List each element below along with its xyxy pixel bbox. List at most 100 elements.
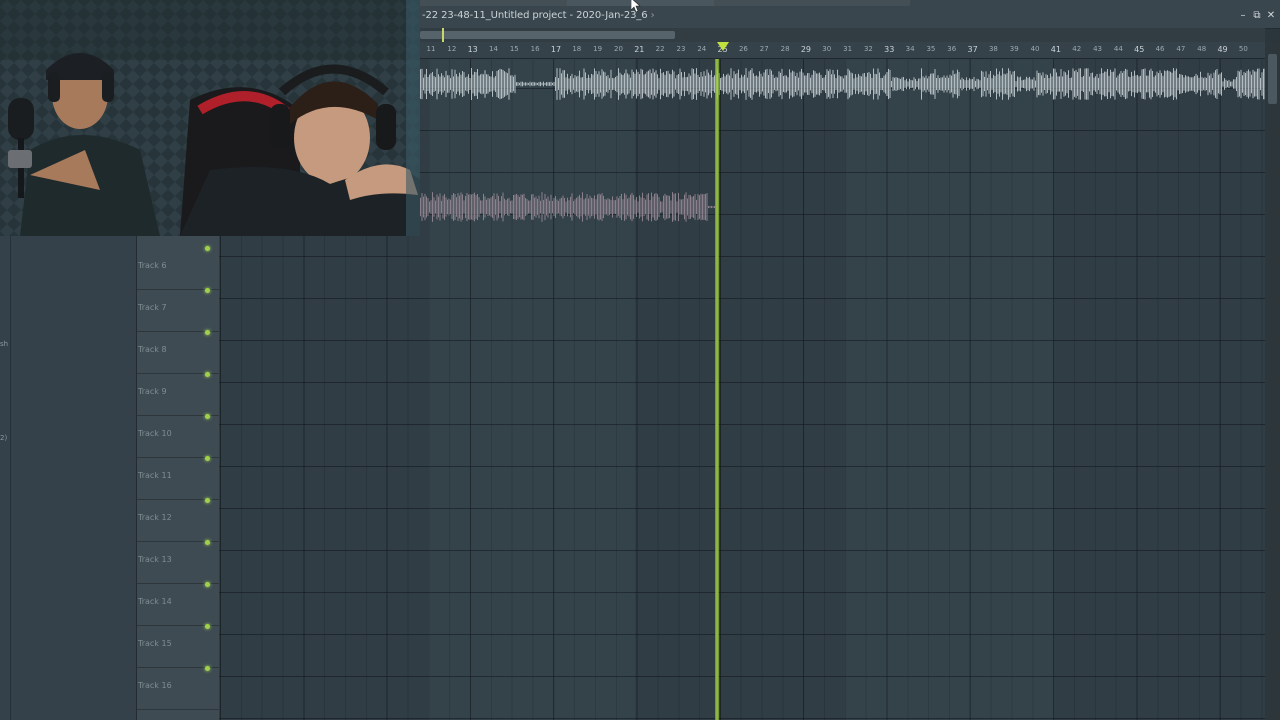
ruler-tick-label: 33 [884, 45, 895, 54]
track-mute-led-icon[interactable] [205, 414, 210, 419]
ruler-tick-label: 28 [780, 45, 790, 53]
track-label: Track 12 [138, 513, 172, 522]
track-mute-led-icon[interactable] [205, 330, 210, 335]
ruler-tick-label: 47 [1176, 45, 1186, 53]
track-mute-led-icon[interactable] [205, 540, 210, 545]
track-header[interactable]: Track 11 [137, 456, 219, 500]
timeline-ruler[interactable]: 11 12 13 14 15 16 17 18 19 20 21 22 23 24 25 26 27 28 29 30… [420, 42, 1265, 59]
ruler-tick-label: 35 [926, 45, 936, 53]
track-header[interactable]: Track 14 [137, 582, 219, 626]
ruler-tick-label: 44 [1113, 45, 1123, 53]
ruler-tick-label: 42 [1072, 45, 1082, 53]
ruler-tick-label: 45 [1134, 45, 1145, 54]
ruler-tick-label: 48 [1197, 45, 1207, 53]
track-header[interactable]: Track 13 [137, 540, 219, 584]
track-label: Track 8 [138, 345, 167, 354]
browser-item-fragment[interactable]: sh [0, 340, 8, 348]
title-bar: -22 23-48-11_Untitled project - 2020-Jan… [420, 0, 1280, 29]
ruler-tick-label: 40 [1030, 45, 1040, 53]
track-mute-led-icon[interactable] [205, 456, 210, 461]
playhead-line[interactable] [715, 58, 719, 720]
vertical-scrollbar-thumb[interactable] [1268, 54, 1277, 104]
ruler-tick-label: 24 [697, 45, 707, 53]
browser-panel[interactable]: sh 2) [0, 236, 136, 720]
track-header[interactable]: Track 15 [137, 624, 219, 668]
ruler-tick-label: 11 [426, 45, 436, 53]
maximize-button[interactable]: ⧉ [1251, 10, 1263, 22]
ruler-tick-label: 12 [447, 45, 457, 53]
ruler-tick-label: 23 [676, 45, 686, 53]
audio-clip-vocal[interactable] [420, 190, 715, 224]
ruler-tick-label: 37 [967, 45, 978, 54]
ruler-tick-label: 20 [614, 45, 623, 53]
track-label: Track 7 [138, 303, 167, 312]
browser-divider [10, 236, 11, 720]
toolbar-strip [420, 0, 910, 6]
track-label: Track 6 [138, 261, 167, 270]
track-label: Track 15 [138, 639, 172, 648]
track-header[interactable]: Track 7 [137, 288, 219, 332]
ruler-tick-label: 16 [530, 45, 540, 53]
track-label: Track 14 [138, 597, 172, 606]
ruler-tick-label: 32 [863, 45, 873, 53]
track-mute-led-icon[interactable] [205, 246, 210, 251]
ruler-tick-label: 26 [738, 45, 748, 53]
track-header[interactable]: Track 12 [137, 498, 219, 542]
ruler-tick-label: 34 [905, 45, 915, 53]
scrollbar-thumb[interactable] [420, 31, 675, 39]
browser-item-fragment[interactable]: 2) [0, 434, 7, 442]
track-mute-led-icon[interactable] [205, 498, 210, 503]
track-header[interactable]: Track 16 [137, 666, 219, 710]
ruler-tick-label: 21 [634, 45, 645, 54]
ruler-tick-label: 19 [593, 45, 603, 53]
song-position-marker[interactable] [442, 28, 444, 42]
ruler-tick-label: 41 [1050, 45, 1061, 54]
track-header[interactable]: Track 6 [137, 246, 219, 290]
ruler-tick-label: 15 [509, 45, 519, 53]
track-label: Track 11 [138, 471, 172, 480]
track-header[interactable]: Track 9 [137, 372, 219, 416]
ruler-tick-label: 38 [988, 45, 998, 53]
track-mute-led-icon[interactable] [205, 666, 210, 671]
grid-shade [1054, 58, 1265, 720]
title-arrow-icon: › [650, 10, 655, 21]
ruler-tick-label: 43 [1093, 45, 1103, 53]
close-button[interactable]: ✕ [1265, 10, 1277, 22]
playhead-marker-icon[interactable] [716, 42, 729, 51]
project-title: -22 23-48-11_Untitled project - 2020-Jan… [422, 10, 655, 21]
track-header[interactable]: Track 8 [137, 330, 219, 374]
ruler-tick-label: 14 [489, 45, 498, 53]
track-label: Track 16 [138, 681, 172, 690]
ruler-tick-label: 27 [759, 45, 769, 53]
track-mute-led-icon[interactable] [205, 582, 210, 587]
ruler-tick-label: 39 [1009, 45, 1019, 53]
vertical-scrollbar[interactable] [1265, 42, 1280, 720]
mouse-cursor-icon [631, 0, 641, 12]
ruler-tick-label: 17 [550, 45, 562, 54]
track-header[interactable]: Track 10 [137, 414, 219, 458]
ruler-tick-label: 31 [843, 45, 853, 53]
track-label: Track 13 [138, 555, 172, 564]
project-title-text: -22 23-48-11_Untitled project - 2020-Jan… [422, 10, 648, 21]
webcam-overlay [0, 0, 420, 236]
horizontal-scrollbar[interactable] [420, 28, 1265, 42]
ruler-tick-label: 36 [947, 45, 957, 53]
track-header-column: Track 6 Track 7 Track 8 Track 9 Track 10 Trac… [136, 236, 219, 720]
minimize-button[interactable]: – [1237, 10, 1249, 22]
ruler-tick-label: 29 [800, 45, 812, 54]
ruler-tick-label: 22 [655, 45, 665, 53]
audio-clip-main[interactable] [420, 66, 1265, 102]
ruler-tick-label: 49 [1217, 45, 1228, 54]
ruler-tick-label: 30 [822, 45, 832, 53]
ruler-tick-label: 13 [467, 45, 478, 54]
track-mute-led-icon[interactable] [205, 288, 210, 293]
ruler-tick-label: 50 [1238, 45, 1248, 53]
track-mute-led-icon[interactable] [205, 624, 210, 629]
ruler-tick-label: 18 [572, 45, 582, 53]
grid-shade [635, 58, 845, 720]
track-mute-led-icon[interactable] [205, 372, 210, 377]
ruler-tick-label: 46 [1155, 45, 1165, 53]
track-label: Track 10 [138, 429, 172, 438]
track-label: Track 9 [138, 387, 167, 396]
webcam-feed [0, 0, 420, 236]
